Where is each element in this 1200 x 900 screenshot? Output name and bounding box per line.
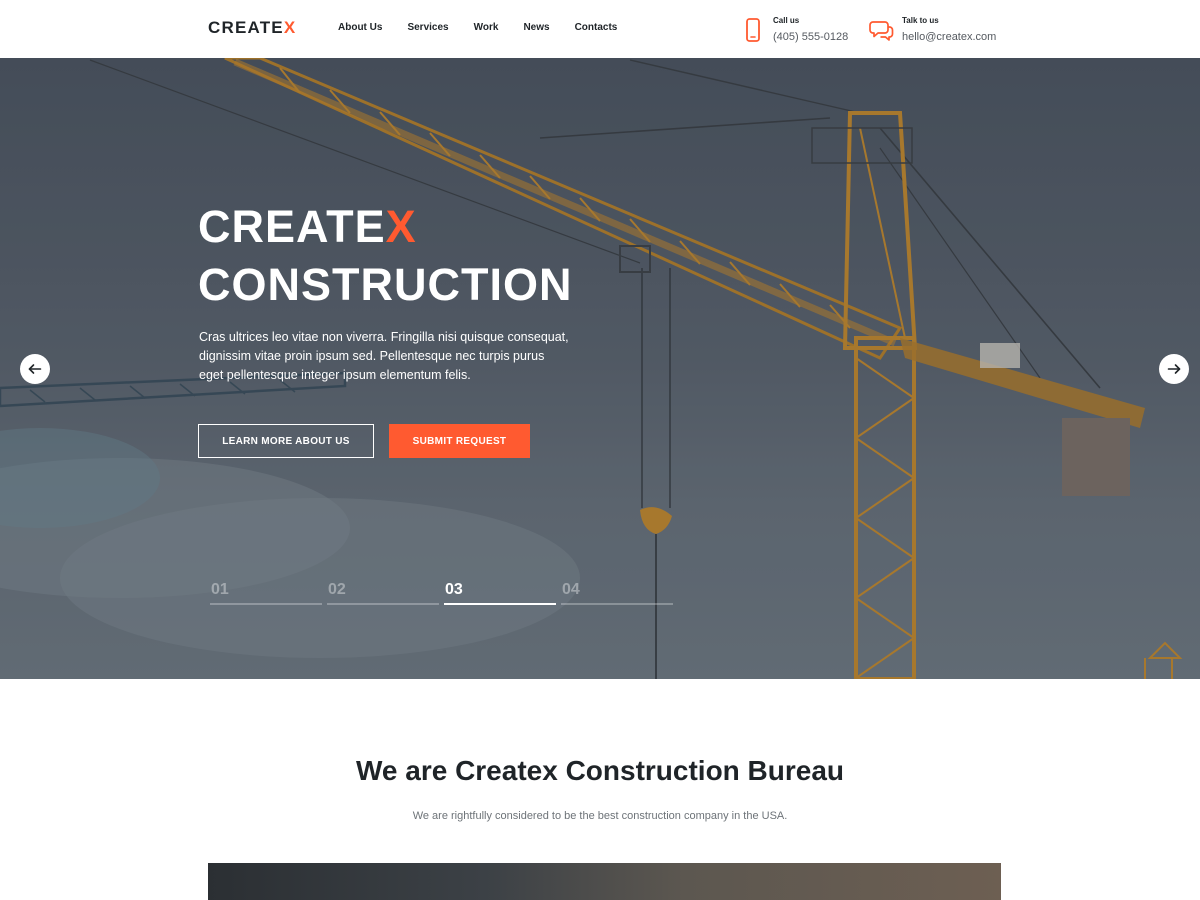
main-nav: About Us Services Work News Contacts	[338, 22, 642, 33]
hero-description: Cras ultrices leo vitae non viverra. Fri…	[199, 330, 569, 382]
previous-slide-button[interactable]	[20, 354, 50, 384]
slide-tab-progress	[444, 603, 556, 605]
slide-tab-03[interactable]: 03	[444, 579, 556, 605]
logo-text: CREATE	[208, 18, 284, 37]
talk-to-us-label: Talk to us	[902, 16, 939, 25]
hero-title-accent: X	[385, 201, 417, 252]
hero-title-line2: CONSTRUCTION	[198, 259, 573, 310]
call-us-text: Call us (405) 555-0128	[773, 16, 848, 45]
slide-tab-number: 03	[445, 581, 463, 598]
slide-tab-04[interactable]: 04	[561, 579, 673, 605]
call-us-label: Call us	[773, 16, 800, 25]
hero-title: CREATEX CONSTRUCTION	[198, 198, 572, 314]
hero-title-main: CREATE	[198, 201, 386, 252]
chat-icon	[869, 21, 894, 41]
slide-tab-number: 01	[211, 581, 229, 598]
hero-slider: CREATEX CONSTRUCTION Cras ultrices leo v…	[0, 58, 1200, 679]
arrow-left-icon	[28, 364, 42, 374]
logo[interactable]: CREATEX	[208, 18, 296, 38]
about-video-thumbnail[interactable]	[208, 863, 1001, 900]
hero-title-line1: CREATEX	[198, 201, 417, 252]
logo-accent: X	[283, 18, 297, 37]
slide-tab-number: 04	[562, 581, 580, 598]
slide-tab-progress	[210, 603, 322, 605]
learn-more-button[interactable]: LEARN MORE ABOUT US	[198, 424, 374, 458]
site-header: CREATEX About Us Services Work News Cont…	[0, 0, 1200, 58]
call-us-contact[interactable]: Call us (405) 555-0128	[740, 16, 848, 45]
slide-tab-progress	[327, 603, 439, 605]
phone-number: (405) 555-0128	[773, 31, 849, 43]
slide-tab-progress	[561, 603, 673, 605]
nav-work[interactable]: Work	[474, 22, 499, 33]
phone-icon	[746, 18, 760, 42]
slide-tab-number: 02	[328, 581, 346, 598]
about-subtitle: We are rightfully considered to be the b…	[412, 810, 788, 822]
nav-contacts[interactable]: Contacts	[575, 22, 618, 33]
next-slide-button[interactable]	[1159, 354, 1189, 384]
submit-request-button[interactable]: SUBMIT REQUEST	[389, 424, 530, 458]
talk-to-us-contact[interactable]: Talk to us hello@createx.com	[869, 16, 996, 45]
talk-to-us-text: Talk to us hello@createx.com	[902, 16, 996, 45]
nav-services[interactable]: Services	[407, 22, 448, 33]
about-title: We are Createx Construction Bureau	[355, 755, 845, 786]
nav-news[interactable]: News	[523, 22, 549, 33]
slide-tab-01[interactable]: 01	[210, 579, 322, 605]
slide-tab-02[interactable]: 02	[327, 579, 439, 605]
arrow-right-icon	[1167, 364, 1181, 374]
email-address: hello@createx.com	[902, 31, 997, 43]
nav-about-us[interactable]: About Us	[338, 22, 382, 33]
